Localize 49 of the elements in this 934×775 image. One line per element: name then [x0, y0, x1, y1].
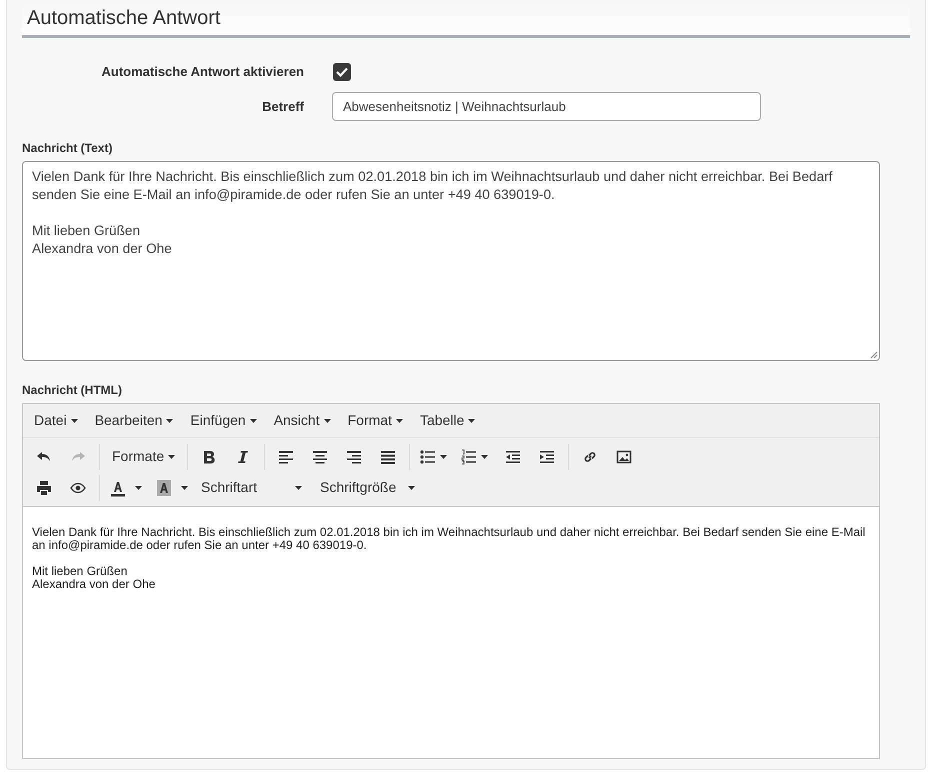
- message-text-area[interactable]: [22, 161, 880, 361]
- font-select[interactable]: Schriftgröße: [315, 474, 420, 500]
- checkbox[interactable]: [333, 63, 351, 81]
- field-label: Nachricht (HTML): [22, 382, 122, 399]
- align-left-icon: [278, 448, 294, 464]
- align-center-icon: [312, 448, 328, 464]
- caret-icon: [181, 486, 188, 490]
- field-label: Betreff: [261, 98, 304, 116]
- caret-icon: [168, 454, 176, 458]
- caret-icon: [135, 486, 142, 490]
- bold-icon: [201, 448, 218, 464]
- align-right-icon: [346, 448, 362, 464]
- field-label: Nachricht (Text): [22, 140, 112, 157]
- text-paragraph: Alexandra von der Ohe: [32, 240, 172, 258]
- menu-button[interactable]: Bearbeiten: [88, 408, 180, 434]
- text-paragraph: Vielen Dank für Ihre Nachricht. Bis einschließlich zum 02.01.2018 bin ich im Weihnachtsurlaub und daher nicht erreichbar. Bei Bedarf senden Sie eine E-Mail an info@piramide.de oder rufen Sie an unter +49 40 639019-0.: [32, 168, 834, 204]
- menu-button[interactable]: Ansicht: [266, 408, 338, 434]
- caret-icon: [408, 486, 415, 490]
- format-dropdown[interactable]: Formate: [104, 444, 184, 470]
- resize-grip-icon[interactable]: [870, 351, 878, 359]
- caret-icon: [166, 418, 174, 422]
- caret-icon: [396, 418, 403, 422]
- outdent-icon: [505, 448, 522, 464]
- caret-icon: [250, 418, 257, 422]
- text-paragraph: Alexandra von der Ohe: [32, 578, 156, 591]
- menu-button[interactable]: Datei: [27, 408, 85, 434]
- menu-button[interactable]: Tabelle: [412, 408, 482, 434]
- text-paragraph: Mit lieben Grüßen: [32, 222, 140, 240]
- printer-icon: [36, 480, 52, 496]
- text-paragraph: Mit lieben Grüßen: [32, 565, 128, 578]
- caret-icon: [295, 486, 302, 490]
- menu-button[interactable]: Einfügen: [183, 408, 264, 434]
- text-paragraph: Vielen Dank für Ihre Nachricht. Bis einschließlich zum 02.01.2018 bin ich im Weihnachtsurlaub und daher nicht erreichbar. Bei Bedarf senden Sie eine E-Mail an info@piramide.de oder rufen Sie an unter +49 40 639019-0.: [32, 526, 866, 552]
- caret-icon: [468, 418, 476, 422]
- caret-icon: [481, 454, 488, 458]
- font-select[interactable]: Schriftart: [196, 474, 307, 500]
- image-icon: [616, 448, 632, 464]
- subject-field[interactable]: Abwesenheitsnotiz | Weihnachtsurlaub: [332, 92, 761, 121]
- indent-icon: [539, 448, 556, 464]
- menu-button[interactable]: Format: [340, 408, 410, 434]
- caret-icon: [70, 418, 78, 422]
- field-label: Automatische Antwort aktivieren: [100, 63, 304, 82]
- highlight-icon: [156, 478, 172, 496]
- justify-icon: [380, 448, 396, 464]
- caret-icon: [440, 454, 448, 458]
- bullet-list-icon: [420, 448, 436, 464]
- numbered-list-icon: [461, 448, 478, 464]
- caret-icon: [324, 418, 331, 422]
- section-title: Automatische Antwort: [27, 6, 220, 31]
